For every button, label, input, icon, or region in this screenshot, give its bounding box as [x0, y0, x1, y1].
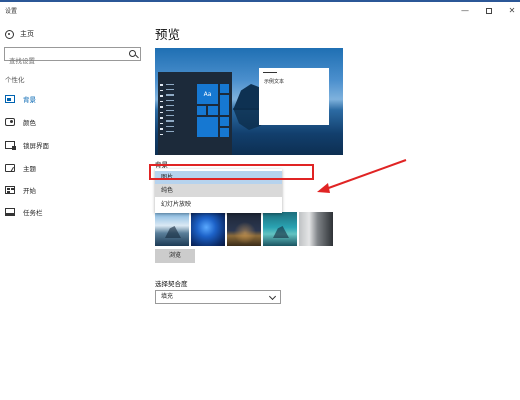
preview-tile: [220, 117, 229, 126]
dropdown-option-slideshow[interactable]: 幻灯片放映: [155, 198, 282, 211]
sidebar: 主页 个性化 背景 颜色 锁屏界面 主题 开始 任务栏: [0, 22, 148, 400]
search-box[interactable]: [4, 47, 141, 67]
fit-select[interactable]: 填充: [155, 290, 281, 304]
sidebar-item-taskbar[interactable]: 任务栏: [5, 206, 43, 218]
lock-screen-icon: [5, 141, 16, 150]
preview-tile: [220, 95, 229, 115]
close-button[interactable]: ✕: [505, 5, 519, 17]
chevron-down-icon: [268, 292, 277, 301]
theme-icon: [5, 164, 15, 172]
preview-tile: [220, 84, 229, 93]
sidebar-item-start[interactable]: 开始: [5, 184, 36, 196]
minimize-button[interactable]: —: [458, 5, 472, 17]
search-icon[interactable]: [129, 50, 136, 57]
dropdown-option-solid-color[interactable]: 纯色: [155, 184, 282, 197]
fit-select-value: 填充: [161, 293, 174, 300]
sidebar-item-label: 任务栏: [23, 209, 43, 217]
recent-images: [155, 212, 335, 247]
preview-tile: [208, 106, 218, 115]
preview-sample-window: 示例文本: [259, 68, 329, 125]
maximize-icon: [486, 8, 492, 14]
maximize-button[interactable]: [482, 5, 496, 17]
recent-image-thumbnail[interactable]: [191, 212, 225, 246]
preview-sample-text: 示例文本: [264, 79, 285, 85]
preview-tile: [197, 106, 206, 115]
section-title: 个性化: [5, 76, 25, 84]
sidebar-item-color[interactable]: 颜色: [5, 116, 36, 128]
sidebar-item-label: 背景: [23, 96, 36, 104]
sidebar-item-label: 主题: [23, 165, 36, 173]
window-title: 设置: [5, 8, 18, 15]
title-bar: 设置 — ✕: [0, 2, 520, 22]
preview-tile: [197, 117, 218, 137]
annotation-highlight-box: [149, 164, 314, 180]
background-preview: Aa 示例文本: [155, 48, 343, 155]
sidebar-item-theme[interactable]: 主题: [5, 162, 36, 174]
preview-tile-aa: Aa: [197, 84, 218, 104]
home-label: 主页: [20, 30, 34, 38]
start-icon: [5, 186, 15, 194]
recent-image-thumbnail[interactable]: [227, 212, 261, 246]
page-title: 预览: [155, 27, 181, 42]
sidebar-item-lock-screen[interactable]: 锁屏界面: [5, 139, 49, 151]
color-icon: [5, 118, 15, 126]
recent-image-thumbnail[interactable]: [299, 212, 333, 246]
sidebar-item-label: 开始: [23, 187, 36, 195]
main-content: 预览 Aa 示例文本 背景 图片 纯色 幻灯片放映 浏览 选择契合度 填充: [148, 22, 520, 400]
preview-tile: [220, 128, 229, 137]
sidebar-item-label: 颜色: [23, 119, 36, 127]
sidebar-item-label: 锁屏界面: [23, 142, 49, 150]
fit-label: 选择契合度: [155, 280, 188, 288]
search-input[interactable]: [5, 55, 115, 67]
taskbar-icon: [5, 208, 15, 216]
home-nav-item[interactable]: 主页: [5, 28, 34, 40]
background-icon: [5, 95, 15, 103]
recent-image-thumbnail[interactable]: [263, 212, 297, 246]
sidebar-item-background[interactable]: 背景: [5, 93, 36, 105]
browse-button[interactable]: 浏览: [155, 249, 195, 263]
preview-start-menu: Aa: [158, 72, 232, 155]
gear-icon: [5, 29, 14, 39]
recent-image-thumbnail[interactable]: [155, 212, 189, 246]
